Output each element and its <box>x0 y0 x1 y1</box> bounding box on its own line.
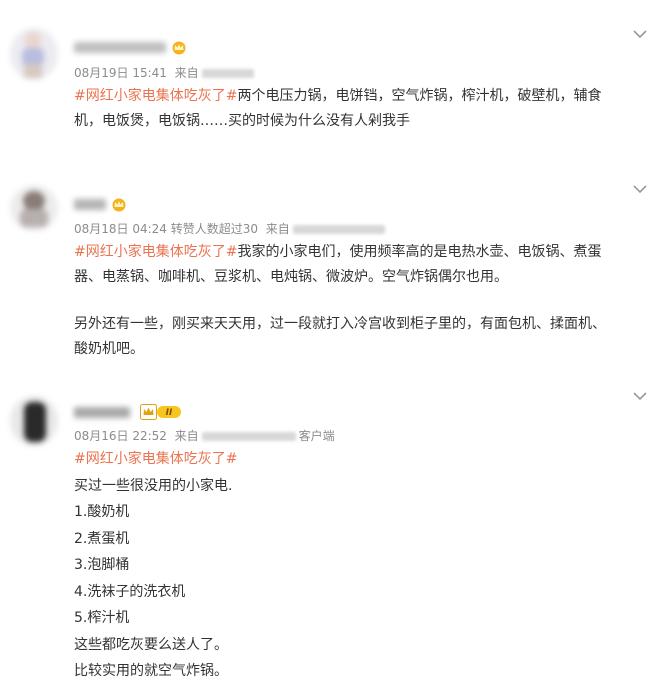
hashtag-link[interactable]: #网红小家电集体吃灰了# <box>74 451 237 467</box>
source-suffix: 客户端 <box>298 429 335 443</box>
chevron-down-icon[interactable] <box>632 390 648 402</box>
post-date: 08月16日 22:52 <box>74 429 167 443</box>
comment-item: II 08月16日 22:52 来自 客户端 #网红小家电集体吃灰了# 买过一些很… <box>0 0 660 700</box>
avatar[interactable] <box>10 396 58 446</box>
username[interactable] <box>74 407 130 418</box>
source-name[interactable] <box>201 432 296 441</box>
post-meta: 08月16日 22:52 来自 客户端 <box>74 429 335 443</box>
post-text: #网红小家电集体吃灰了# 买过一些很没用的小家电. 1.酸奶机 2.煮蛋机 3.… <box>74 451 238 679</box>
source-label: 来自 <box>174 429 199 443</box>
vip-level-text: II <box>166 408 173 418</box>
vip-level-badge-icon: II <box>140 404 181 420</box>
